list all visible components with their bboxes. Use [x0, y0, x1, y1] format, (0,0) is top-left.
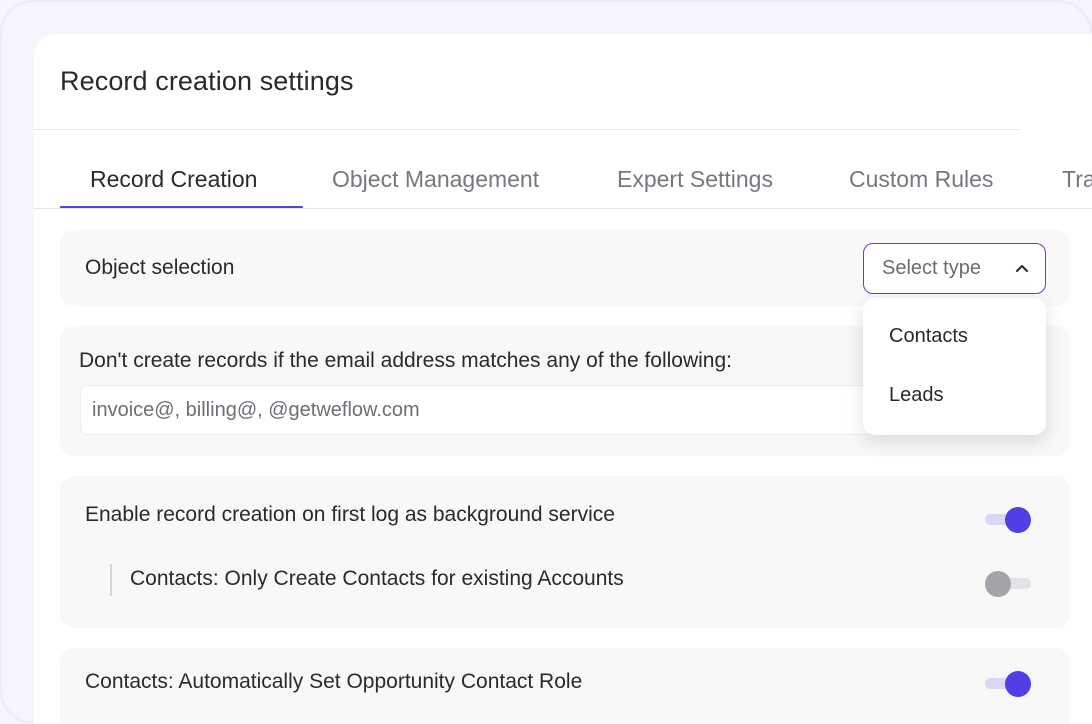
toggle-knob: [1005, 671, 1031, 697]
tab-truncated[interactable]: Tra: [1062, 166, 1092, 193]
existing-accounts-toggle[interactable]: [985, 570, 1033, 598]
contact-role-label: Contacts: Automatically Set Opportunity …: [85, 670, 583, 693]
contact-role-toggle[interactable]: [985, 670, 1033, 698]
tab-object-management[interactable]: Object Management: [332, 166, 539, 193]
option-leads[interactable]: Leads: [889, 384, 944, 407]
tab-custom-rules[interactable]: Custom Rules: [849, 166, 993, 193]
option-contacts[interactable]: Contacts: [889, 325, 968, 348]
sub-setting-indent-bar: [110, 564, 112, 596]
toggle-knob: [985, 571, 1011, 597]
tab-expert-settings[interactable]: Expert Settings: [617, 166, 773, 193]
existing-accounts-label: Contacts: Only Create Contacts for exist…: [130, 567, 624, 590]
settings-card: Record creation settings Record Creation…: [34, 34, 1092, 724]
email-exclusion-input[interactable]: invoice@, billing@, @getweflow.com: [80, 385, 940, 435]
tab-record-creation[interactable]: Record Creation: [90, 166, 257, 193]
tab-bar: Record Creation Object Management Expert…: [34, 130, 1092, 209]
object-type-select[interactable]: Select type: [863, 243, 1046, 294]
contact-role-panel: Contacts: Automatically Set Opportunity …: [60, 648, 1070, 724]
chevron-up-icon: [1016, 265, 1028, 272]
select-value: Select type: [882, 257, 981, 279]
first-log-toggle[interactable]: [985, 506, 1033, 534]
email-exclusion-label: Don't create records if the email addres…: [79, 349, 732, 372]
tabs-divider: [34, 208, 1092, 209]
email-exclusion-value: invoice@, billing@, @getweflow.com: [92, 399, 420, 421]
toggle-knob: [1005, 507, 1031, 533]
first-log-panel: Enable record creation on first log as b…: [60, 476, 1070, 628]
object-type-dropdown: Contacts Leads: [863, 298, 1046, 435]
object-selection-label: Object selection: [85, 256, 235, 279]
first-log-label: Enable record creation on first log as b…: [85, 503, 615, 526]
page-title: Record creation settings: [60, 66, 354, 96]
